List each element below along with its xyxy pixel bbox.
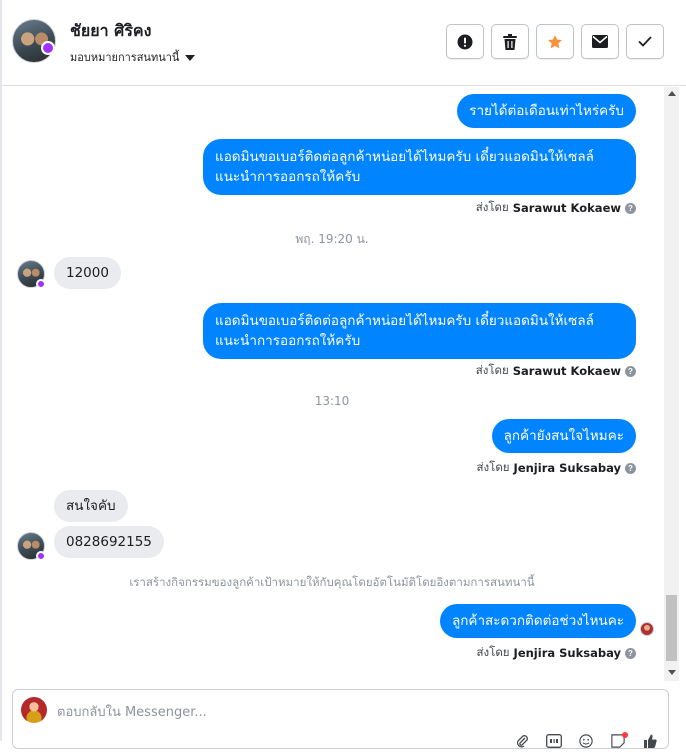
trash-icon xyxy=(503,33,517,50)
messenger-badge-icon xyxy=(36,279,46,289)
assign-label: มอบหมายการสนทนานี้ xyxy=(70,51,180,64)
conversation-header: ชัยยา ศิริคง มอบหมายการสนทนานี้ xyxy=(0,0,686,86)
message-outgoing: แอดมินขอเบอร์ติดต่อลูกค้าหน่อยได้ไหมครับ… xyxy=(203,139,636,195)
sender-name[interactable]: Jenjira Suksabay xyxy=(514,646,621,660)
contact-avatar-small[interactable] xyxy=(17,532,46,561)
sent-by-label: ส่งโดย Jenjira Suksabay ? xyxy=(477,459,636,477)
sent-by-prefix: ส่งโดย xyxy=(475,200,509,214)
messenger-badge-icon xyxy=(36,551,46,561)
attachment-icon xyxy=(516,735,528,748)
panel-left-border xyxy=(0,0,2,741)
sent-by-label: ส่งโดย Sarawut Kokaew ? xyxy=(476,199,636,217)
assign-conversation-dropdown[interactable]: มอบหมายการสนทนานี้ xyxy=(70,49,196,65)
scrollbar[interactable] xyxy=(664,87,679,681)
help-icon[interactable]: ? xyxy=(625,647,636,659)
gif-icon xyxy=(546,734,562,748)
help-icon[interactable]: ? xyxy=(625,365,636,377)
gif-button[interactable] xyxy=(545,734,563,752)
message-incoming: 0828692155 xyxy=(54,526,164,558)
message-outgoing: แอดมินขอเบอร์ติดต่อลูกค้าหน่อยได้ไหมครับ… xyxy=(203,303,636,359)
help-icon[interactable]: ? xyxy=(625,462,636,474)
delete-button[interactable] xyxy=(491,24,529,59)
message-text: ลูกค้าสะดวกติดต่อช่วงไหนคะ xyxy=(451,613,624,629)
contact-name[interactable]: ชัยยา ศิริคง xyxy=(70,19,151,44)
checkmark-icon xyxy=(638,36,652,47)
mark-unread-button[interactable] xyxy=(581,24,619,59)
envelope-icon xyxy=(592,35,608,48)
messenger-badge-icon xyxy=(41,41,55,55)
star-icon xyxy=(548,34,562,48)
conversation-toolbar xyxy=(446,24,664,59)
message-text: 0828692155 xyxy=(66,534,152,550)
message-text: สนใจคับ xyxy=(66,498,116,514)
reply-composer xyxy=(12,689,669,749)
page-avatar xyxy=(21,697,47,723)
message-outgoing: ลูกค้ายังสนใจไหมคะ xyxy=(491,419,636,453)
message-text: 12000 xyxy=(66,265,109,281)
message-outgoing: รายได้ต่อเดือนเท่าไหร่ครับ xyxy=(457,94,636,128)
message-text-line: แอดมินขอเบอร์ติดต่อลูกค้าหน่อยได้ไหมครับ… xyxy=(215,149,594,165)
star-button[interactable] xyxy=(536,24,574,59)
timestamp: พฤ. 19:20 น. xyxy=(295,232,369,246)
emoji-button[interactable] xyxy=(577,734,595,752)
message-text: ลูกค้ายังสนใจไหมคะ xyxy=(503,428,624,444)
composer-tools xyxy=(513,732,659,752)
like-button[interactable] xyxy=(641,734,659,752)
notification-dot xyxy=(622,732,628,738)
sender-name[interactable]: Jenjira Suksabay xyxy=(514,461,621,475)
message-text-line: แนะนำการออกรถให้ครับ xyxy=(215,169,361,185)
mark-spam-button[interactable] xyxy=(446,24,484,59)
message-outgoing: ลูกค้าสะดวกติดต่อช่วงไหนคะ xyxy=(439,604,636,638)
message-text-line: แนะนำการออกรถให้ครับ xyxy=(215,333,361,349)
sent-by-prefix: ส่งโดย xyxy=(475,363,509,377)
thumbs-up-icon xyxy=(644,734,657,748)
scroll-down-arrow-icon[interactable] xyxy=(668,670,676,675)
message-incoming: 12000 xyxy=(54,257,121,289)
seen-avatar xyxy=(640,622,654,636)
system-note: เราสร้างกิจกรรมของลูกค้าเป้าหมายให้กับคุ… xyxy=(129,575,535,589)
caret-down-icon xyxy=(185,55,196,61)
sticker-button[interactable] xyxy=(609,732,628,752)
message-text-line: แอดมินขอเบอร์ติดต่อลูกค้าหน่อยได้ไหมครับ… xyxy=(215,313,594,329)
scroll-up-arrow-icon[interactable] xyxy=(668,91,676,96)
contact-avatar-small[interactable] xyxy=(17,260,46,289)
reply-input[interactable] xyxy=(57,702,517,722)
scrollbar-thumb[interactable] xyxy=(666,595,677,661)
inbox-conversation-panel: ชัยยา ศิริคง มอบหมายการสนทนานี้ รายได้ต่… xyxy=(0,0,686,749)
sent-by-label: ส่งโดย Sarawut Kokaew ? xyxy=(476,362,636,380)
exclamation-circle-icon xyxy=(457,34,473,49)
help-icon[interactable]: ? xyxy=(625,202,636,214)
message-thread[interactable]: รายได้ต่อเดือนเท่าไหร่ครับ แอดมินขอเบอร์… xyxy=(2,87,662,681)
sender-name[interactable]: Sarawut Kokaew xyxy=(513,364,621,378)
sender-name[interactable]: Sarawut Kokaew xyxy=(513,201,621,215)
timestamp: 13:10 xyxy=(314,394,350,408)
message-incoming: สนใจคับ xyxy=(54,490,128,522)
attachment-button[interactable] xyxy=(513,734,531,752)
sent-by-prefix: ส่งโดย xyxy=(476,645,510,659)
sent-by-label: ส่งโดย Jenjira Suksabay ? xyxy=(477,644,636,662)
sent-by-prefix: ส่งโดย xyxy=(476,460,510,474)
mark-done-button[interactable] xyxy=(626,24,664,59)
message-text: รายได้ต่อเดือนเท่าไหร่ครับ xyxy=(469,103,624,119)
emoji-icon xyxy=(579,734,593,748)
